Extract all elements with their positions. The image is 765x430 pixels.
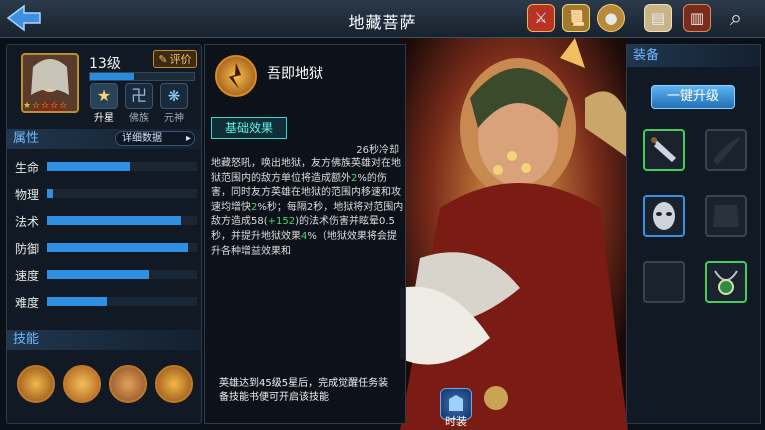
coin-icon[interactable]: ● bbox=[597, 4, 625, 32]
spirit-label: 元神 bbox=[164, 113, 184, 124]
stat-row: 难度 bbox=[15, 292, 197, 312]
book-icon[interactable]: ▥ bbox=[683, 4, 711, 32]
stat-row: 防御 bbox=[15, 238, 197, 258]
stat-label: 难度 bbox=[15, 296, 40, 310]
tab-basic-effect[interactable]: 基础效果 bbox=[211, 117, 287, 139]
stat-label: 生命 bbox=[15, 161, 40, 175]
stat-label: 物理 bbox=[15, 188, 40, 202]
skill-slot-1[interactable] bbox=[17, 365, 55, 403]
stat-bar-fill bbox=[47, 189, 53, 198]
stat-bar bbox=[47, 189, 197, 198]
armor-silhouette-icon bbox=[713, 205, 739, 227]
skills-header: 技能 bbox=[7, 330, 201, 350]
stat-label: 法术 bbox=[15, 215, 40, 229]
stat-label: 速度 bbox=[15, 269, 40, 283]
shop-icon[interactable]: ⚔ bbox=[527, 4, 555, 32]
empty-armor-slot[interactable] bbox=[705, 195, 747, 237]
skill-icon bbox=[215, 55, 257, 97]
empty-weapon-slot[interactable] bbox=[705, 129, 747, 171]
skill-cooldown: 26秒冷却 bbox=[356, 145, 399, 156]
notes-icon[interactable]: ▤ bbox=[644, 4, 672, 32]
stat-bar bbox=[47, 216, 197, 225]
sword-silhouette-icon bbox=[713, 137, 741, 165]
stat-bar bbox=[47, 162, 197, 171]
skill-slot-2[interactable] bbox=[63, 365, 101, 403]
hero-artwork bbox=[400, 38, 628, 430]
stat-bar bbox=[47, 270, 197, 279]
one-click-upgrade-button[interactable]: 一键升级 bbox=[651, 85, 735, 109]
amulet-equip-slot[interactable] bbox=[705, 261, 747, 303]
skills-title: 技能 bbox=[13, 332, 40, 347]
skill-description: 地藏怒吼，唤出地狱，友方佛族英雄对在地狱范围内的敌方单位将造成额外2%的伤害，同… bbox=[211, 157, 405, 307]
star-upgrade-button[interactable]: ★ 升星 bbox=[89, 83, 119, 125]
stat-row: 生命 bbox=[15, 157, 197, 177]
stat-bar-fill bbox=[47, 162, 130, 171]
skill-slot-3[interactable] bbox=[109, 365, 147, 403]
scroll-icon[interactable]: 📜 bbox=[562, 4, 590, 32]
stat-row: 物理 bbox=[15, 184, 197, 204]
search-icon[interactable]: ⌕ bbox=[722, 4, 750, 32]
stat-row: 速度 bbox=[15, 265, 197, 285]
stat-row: 法术 bbox=[15, 211, 197, 231]
star-rating: ★☆☆☆☆ bbox=[23, 101, 69, 111]
attributes-header: 属性 详细数据 ▸ bbox=[7, 129, 201, 149]
star-upgrade-icon: ★ bbox=[90, 83, 118, 109]
stat-bar bbox=[47, 243, 197, 252]
hero-level: 13级 bbox=[89, 56, 121, 72]
costume-label: 时装 bbox=[445, 415, 467, 428]
detail-data-label: 详细数据 bbox=[122, 133, 162, 144]
hero-info-panel: ★☆☆☆☆ 13级 ✎ 评价 ★ 升星 卍 佛族 ❋ 元神 属性 详细数据 ▸ … bbox=[6, 44, 202, 424]
edit-icon: ✎ bbox=[158, 52, 168, 66]
equipment-panel: 装备 一键升级 bbox=[626, 44, 761, 424]
stat-bar-fill bbox=[47, 297, 107, 306]
detail-data-button[interactable]: 详细数据 ▸ bbox=[115, 131, 195, 146]
mask-equip-slot[interactable] bbox=[643, 195, 685, 237]
buddha-clan-icon: 卍 bbox=[125, 83, 153, 109]
buddha-clan-button[interactable]: 卍 佛族 bbox=[124, 83, 154, 125]
stat-bar-fill bbox=[47, 216, 181, 225]
skill-name: 吾即地狱 bbox=[267, 66, 323, 82]
desc-highlight: +152 bbox=[267, 216, 296, 228]
mask-icon bbox=[653, 202, 675, 230]
equipment-title: 装备 bbox=[627, 45, 760, 67]
skill-slot-4[interactable] bbox=[155, 365, 193, 403]
stat-bar-fill bbox=[47, 270, 149, 279]
stat-bar bbox=[47, 297, 197, 306]
top-bar: 地藏菩萨 ⚔ 📜 ● ▤ ▥ ⌕ bbox=[0, 0, 765, 38]
exp-bar bbox=[89, 72, 195, 81]
spirit-icon: ❋ bbox=[160, 83, 188, 109]
rate-label: 评价 bbox=[169, 53, 192, 66]
dagger-equip-slot[interactable] bbox=[643, 129, 685, 171]
empty-slot[interactable] bbox=[643, 261, 685, 303]
chevron-right-icon: ▸ bbox=[185, 133, 191, 144]
unlock-requirement: 英雄达到45级5星后，完成觉醒任务装备技能书便可开启该技能 bbox=[219, 378, 389, 403]
exp-fill bbox=[90, 73, 134, 80]
spirit-button[interactable]: ❋ 元神 bbox=[159, 83, 189, 125]
rate-button[interactable]: ✎ 评价 bbox=[153, 50, 197, 68]
amulet-icon bbox=[714, 270, 738, 295]
attributes-title: 属性 bbox=[13, 131, 40, 146]
star-upgrade-label: 升星 bbox=[94, 113, 114, 124]
buddha-clan-label: 佛族 bbox=[129, 113, 149, 124]
stat-label: 防御 bbox=[15, 242, 40, 256]
stat-bar-fill bbox=[47, 243, 188, 252]
dagger-icon bbox=[651, 137, 677, 163]
skill-detail-panel: 吾即地狱 基础效果 26秒冷却 地藏怒吼，唤出地狱，友方佛族英雄对在地狱范围内的… bbox=[204, 44, 406, 424]
